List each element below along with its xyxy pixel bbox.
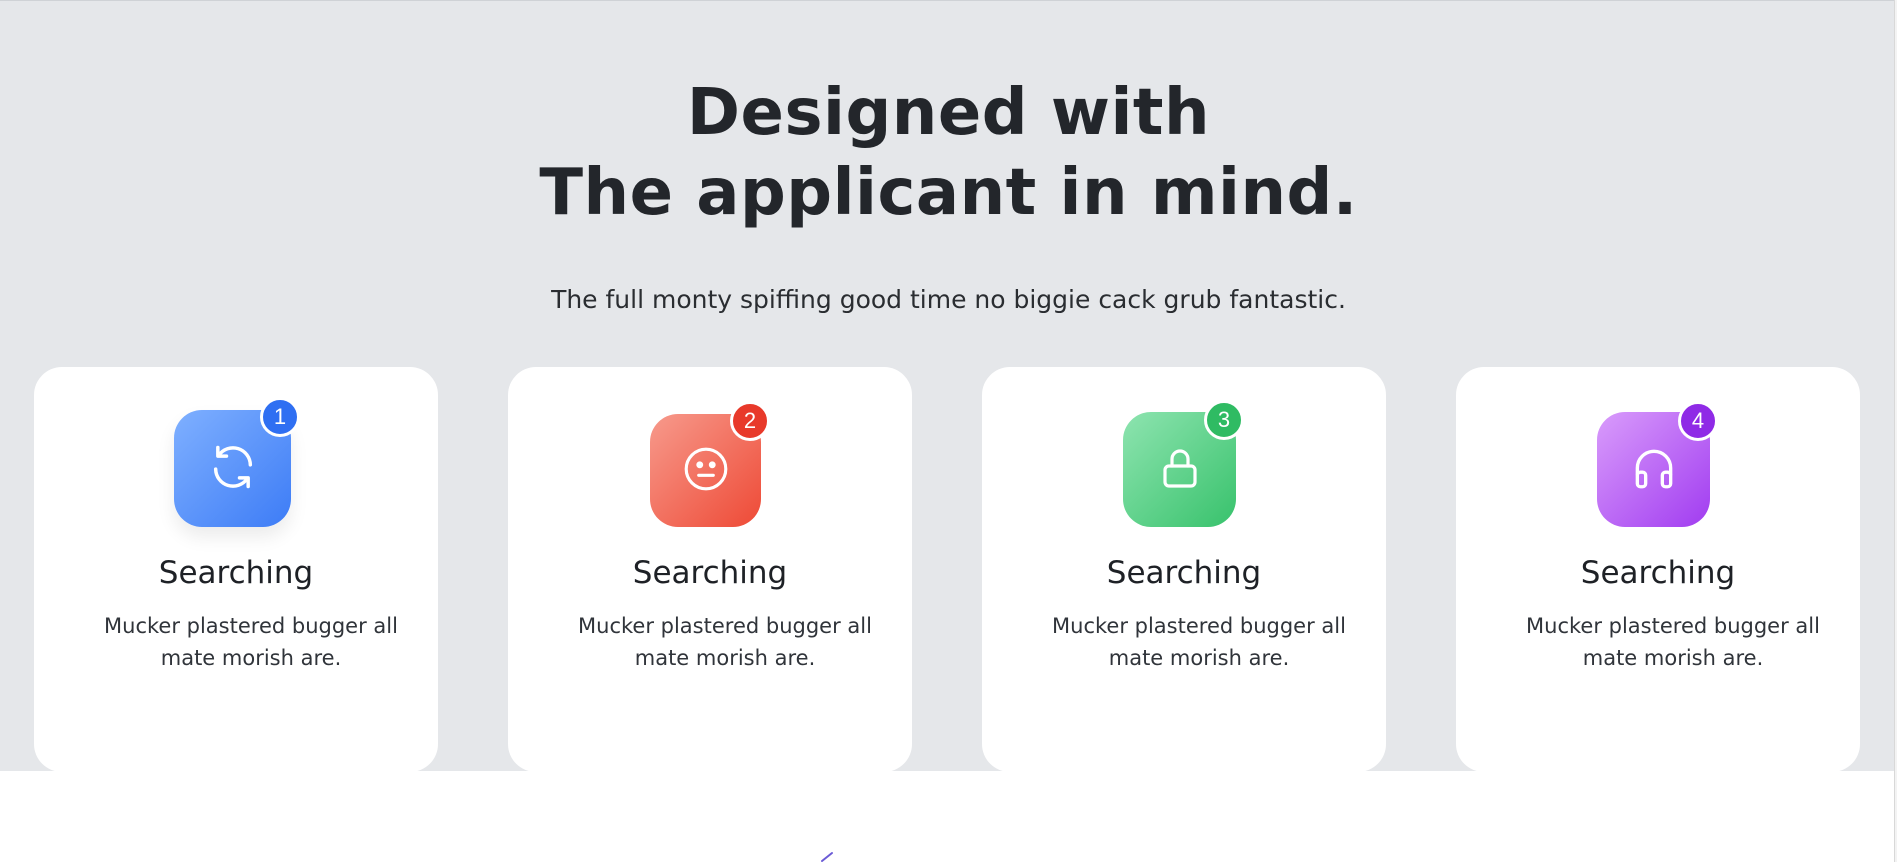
step-badge: 4 xyxy=(1678,401,1718,441)
heading-line-1: Designed with xyxy=(686,76,1211,150)
card-title: Searching xyxy=(158,555,314,591)
refresh-icon xyxy=(207,441,259,497)
step-badge: 1 xyxy=(260,397,300,437)
feature-card-1: 1 Searching Mucker plastered bugger all … xyxy=(34,367,438,772)
feature-card-2: 2 Searching Mucker plastered bugger all … xyxy=(508,367,912,772)
decorative-stroke-icon xyxy=(820,848,838,867)
feature-card-3: 3 Searching Mucker plastered bugger all … xyxy=(982,367,1386,772)
lock-icon xyxy=(1156,444,1204,496)
card-description: Mucker plastered bugger all mate morish … xyxy=(1526,614,1820,670)
card-title: Searching xyxy=(1106,555,1262,591)
heading-line-2: The applicant in mind. xyxy=(539,156,1358,230)
neutral-face-icon xyxy=(681,444,731,498)
card-title: Searching xyxy=(1580,555,1736,591)
card-description: Mucker plastered bugger all mate morish … xyxy=(104,614,398,670)
features-section: Designed with The applicant in mind. The… xyxy=(0,0,1897,772)
step-badge: 2 xyxy=(730,401,770,441)
section-subtitle: The full monty spiffing good time no big… xyxy=(551,285,1346,314)
step-badge: 3 xyxy=(1204,400,1244,440)
card-description: Mucker plastered bugger all mate morish … xyxy=(1052,614,1346,670)
card-title: Searching xyxy=(632,555,788,591)
feature-card-4: 4 Searching Mucker plastered bugger all … xyxy=(1456,367,1860,772)
section-heading: Designed with The applicant in mind. xyxy=(0,73,1897,233)
headphones-icon xyxy=(1629,443,1679,497)
card-description: Mucker plastered bugger all mate morish … xyxy=(578,614,872,670)
